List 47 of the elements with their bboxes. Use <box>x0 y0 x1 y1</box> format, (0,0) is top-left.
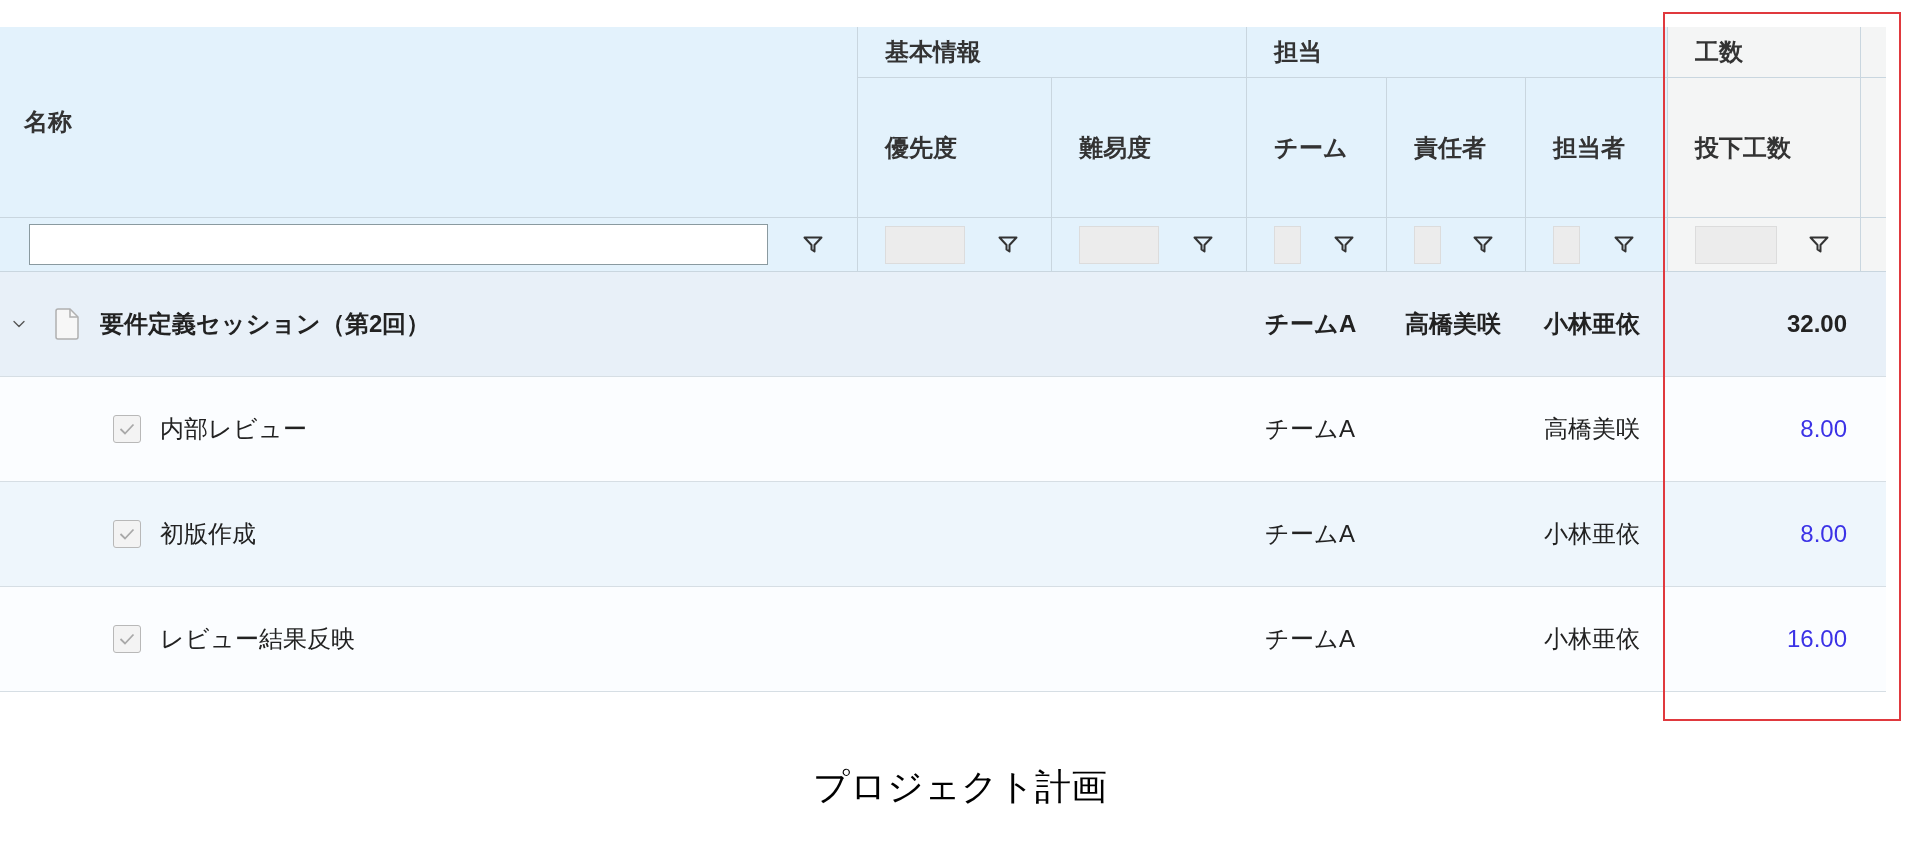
filter-icon[interactable] <box>1613 236 1634 253</box>
effort-value: 32.00 <box>1786 309 1847 339</box>
checkmark-icon <box>119 633 135 645</box>
task-row[interactable]: 内部レビュー チームA 高橋美咲 8.00 <box>0 377 1886 482</box>
group-name: 要件定義セッション（第2回） <box>100 309 431 339</box>
team-name: チームA <box>1265 519 1355 549</box>
column-header[interactable]: 担当者 <box>1526 78 1668 218</box>
column-group-header: 担当 <box>1247 27 1668 78</box>
column-header[interactable]: 優先度 <box>858 78 1052 218</box>
figure-caption: プロジェクト計画 <box>812 765 1108 809</box>
checkmark-icon <box>119 423 135 435</box>
filter-icon[interactable] <box>1333 236 1354 253</box>
column-group-header: 工数 <box>1668 27 1861 78</box>
task-name: 初版作成 <box>160 519 256 549</box>
filter-field[interactable] <box>29 224 768 265</box>
column-header[interactable]: 難易度 <box>1052 78 1247 218</box>
column-group-header: 基本情報 <box>858 27 1247 78</box>
checkbox[interactable] <box>113 625 141 653</box>
effort-value: 8.00 <box>1800 414 1847 444</box>
effort-value: 8.00 <box>1800 519 1847 549</box>
team-name: チームA <box>1265 414 1355 444</box>
person-name: 小林亜依 <box>1544 519 1640 549</box>
person-name: 高橋美咲 <box>1544 414 1640 444</box>
filter-icon[interactable] <box>1808 236 1829 253</box>
task-row[interactable]: 初版作成 チームA 小林亜依 8.00 <box>0 482 1886 587</box>
checkbox[interactable] <box>113 520 141 548</box>
filter-icon[interactable] <box>1192 236 1213 253</box>
column-header[interactable]: チーム <box>1247 78 1387 218</box>
column-header[interactable]: 名称 <box>0 27 858 218</box>
filter-icon[interactable] <box>998 236 1018 253</box>
person-name: 小林亜依 <box>1544 624 1640 654</box>
checkmark-icon <box>119 528 135 540</box>
task-name: 内部レビュー <box>160 414 307 444</box>
checkbox[interactable] <box>113 415 141 443</box>
filter-icon[interactable] <box>802 236 823 253</box>
effort-value: 16.00 <box>1786 624 1847 654</box>
group-row[interactable]: 要件定義セッション（第2回） チームA 高橋美咲 小林亜依 32.00 <box>0 272 1886 377</box>
column-header[interactable]: 責任者 <box>1387 78 1526 218</box>
team-name: チームA <box>1265 624 1355 654</box>
task-row[interactable]: レビュー結果反映 チームA 小林亜依 16.00 <box>0 587 1886 692</box>
task-name: レビュー結果反映 <box>160 624 355 654</box>
column-header[interactable]: 投下工数 <box>1668 78 1861 218</box>
person-name: 小林亜依 <box>1544 309 1640 339</box>
person-name: 高橋美咲 <box>1405 309 1501 339</box>
team-name: チームA <box>1265 309 1357 339</box>
document-icon <box>54 308 80 340</box>
filter-icon[interactable] <box>1473 236 1493 253</box>
